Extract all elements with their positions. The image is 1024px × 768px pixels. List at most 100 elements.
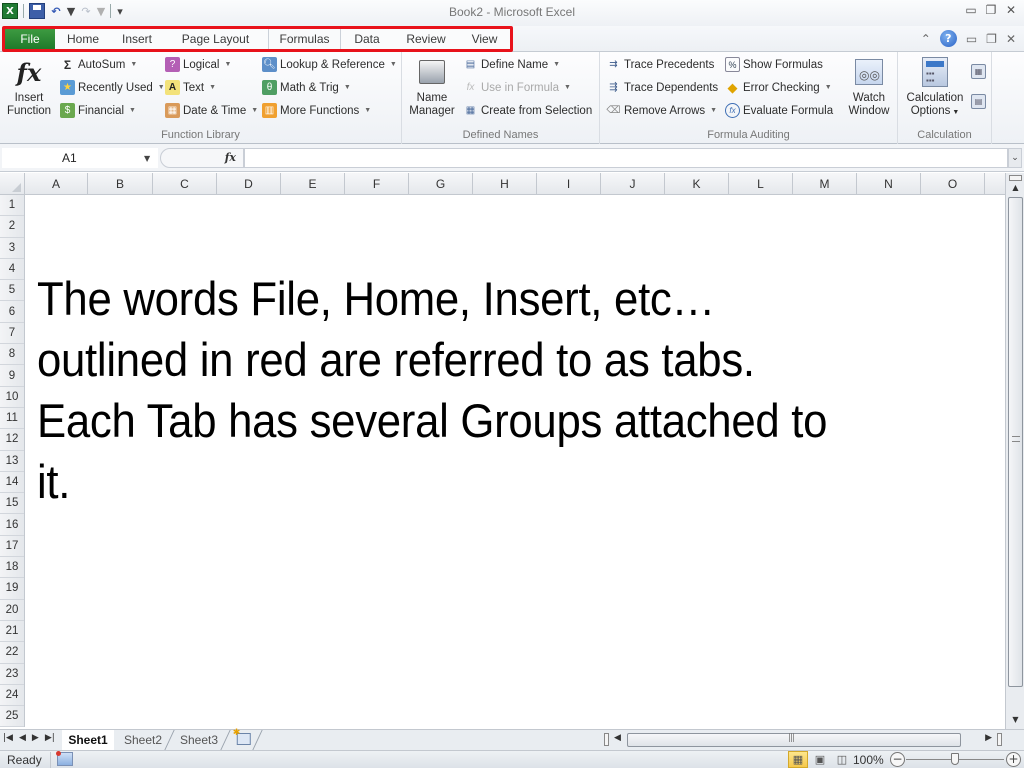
- minimize-ribbon-icon[interactable]: ⌃: [921, 32, 931, 46]
- insert-function-fx-icon[interactable]: fx: [225, 151, 236, 164]
- prev-sheet-icon[interactable]: ◀: [19, 733, 26, 743]
- create-from-selection-button[interactable]: ▦ Create from Selection: [463, 103, 592, 118]
- row-header[interactable]: 8: [0, 344, 24, 366]
- normal-view-icon[interactable]: ▦: [788, 751, 808, 768]
- tab-page-layout[interactable]: Page Layout: [163, 29, 268, 49]
- tab-split-handle[interactable]: [604, 733, 609, 746]
- column-header[interactable]: L: [729, 173, 793, 195]
- row-header[interactable]: 4: [0, 259, 24, 281]
- workbook-minimize-icon[interactable]: ▭: [966, 32, 977, 46]
- column-header[interactable]: M: [793, 173, 857, 195]
- financial-button[interactable]: $ Financial ▼: [60, 103, 136, 118]
- scroll-right-icon[interactable]: ▶: [985, 733, 992, 743]
- tab-file[interactable]: File: [5, 29, 55, 49]
- sheet-tab-sheet1[interactable]: Sheet1: [62, 730, 114, 750]
- row-header[interactable]: 23: [0, 664, 24, 685]
- row-header[interactable]: 22: [0, 642, 24, 664]
- split-handle[interactable]: [1009, 175, 1022, 181]
- trace-dependents-button[interactable]: ⇶ Trace Dependents: [606, 80, 718, 95]
- row-header[interactable]: 3: [0, 238, 24, 259]
- sheet-tab-sheet3[interactable]: Sheet3: [169, 730, 231, 750]
- use-in-formula-button[interactable]: fx Use in Formula ▼: [463, 80, 571, 95]
- column-header[interactable]: B: [88, 173, 153, 195]
- zoom-level[interactable]: 100%: [853, 753, 884, 767]
- zoom-out-icon[interactable]: −: [890, 752, 905, 767]
- column-header[interactable]: H: [473, 173, 537, 195]
- define-name-button[interactable]: ▤ Define Name ▼: [463, 57, 560, 72]
- last-sheet-icon[interactable]: ▶|: [45, 733, 55, 743]
- column-header[interactable]: K: [665, 173, 729, 195]
- page-layout-view-icon[interactable]: ▣: [810, 751, 830, 768]
- tab-home[interactable]: Home: [55, 29, 111, 49]
- calculation-options-button[interactable]: ▪▪▪ ▪▪▪ Calculation Options ▼: [904, 56, 966, 119]
- row-header[interactable]: 1: [0, 195, 24, 217]
- zoom-in-icon[interactable]: +: [1006, 752, 1021, 767]
- row-header[interactable]: 20: [0, 600, 24, 621]
- scroll-down-icon[interactable]: ▼: [1008, 715, 1023, 727]
- remove-arrows-button[interactable]: ⌫ Remove Arrows ▼: [606, 103, 717, 118]
- autosum-button[interactable]: Σ AutoSum ▼: [60, 57, 137, 72]
- horizontal-scrollbar[interactable]: ◀ ▶: [604, 732, 1002, 748]
- insert-function-button[interactable]: fx Insert Function: [4, 56, 54, 118]
- lookup-reference-button[interactable]: 🔍︎ Lookup & Reference ▼: [262, 57, 397, 72]
- math-trig-button[interactable]: θ Math & Trig ▼: [262, 80, 351, 95]
- tab-formulas[interactable]: Formulas: [268, 29, 341, 49]
- row-header[interactable]: 12: [0, 429, 24, 451]
- name-box-dropdown-icon[interactable]: ▼: [144, 154, 158, 163]
- select-all-button[interactable]: [0, 173, 25, 195]
- recently-used-button[interactable]: ★ Recently Used ▼: [60, 80, 165, 95]
- date-time-button[interactable]: ▦ Date & Time ▼: [165, 103, 258, 118]
- column-header[interactable]: D: [217, 173, 281, 195]
- tab-insert[interactable]: Insert: [111, 29, 163, 49]
- column-header[interactable]: C: [153, 173, 217, 195]
- row-header[interactable]: 9: [0, 365, 24, 387]
- column-header[interactable]: O: [921, 173, 985, 195]
- row-header[interactable]: 15: [0, 493, 24, 515]
- column-header[interactable]: G: [409, 173, 473, 195]
- row-header[interactable]: 21: [0, 621, 24, 643]
- workbook-restore-icon[interactable]: ❐: [986, 32, 997, 46]
- column-header[interactable]: J: [601, 173, 665, 195]
- restore-icon[interactable]: ❐: [984, 3, 998, 17]
- trace-precedents-button[interactable]: ⇉ Trace Precedents: [606, 57, 714, 72]
- next-sheet-icon[interactable]: ▶: [32, 733, 39, 743]
- tab-review[interactable]: Review: [393, 29, 459, 49]
- column-header[interactable]: E: [281, 173, 345, 195]
- error-checking-button[interactable]: ◆ Error Checking ▼: [725, 80, 832, 95]
- row-header[interactable]: 14: [0, 472, 24, 494]
- row-header[interactable]: 7: [0, 323, 24, 345]
- horizontal-scroll-thumb[interactable]: [627, 733, 961, 747]
- row-header[interactable]: 2: [0, 216, 24, 238]
- close-icon[interactable]: ✕: [1004, 3, 1018, 17]
- vertical-scrollbar[interactable]: ▲ ▼: [1005, 173, 1024, 729]
- column-header[interactable]: N: [857, 173, 921, 195]
- help-icon[interactable]: ?: [939, 30, 957, 47]
- calculate-now-icon[interactable]: ▦: [971, 64, 986, 79]
- first-sheet-icon[interactable]: |◀: [3, 733, 13, 743]
- sheet-tab-sheet2[interactable]: Sheet2: [113, 730, 175, 750]
- row-header[interactable]: 24: [0, 685, 24, 707]
- zoom-slider-thumb[interactable]: [951, 753, 959, 765]
- workbook-close-icon[interactable]: ✕: [1006, 32, 1016, 46]
- evaluate-formula-button[interactable]: fx Evaluate Formula: [725, 103, 833, 118]
- scroll-left-icon[interactable]: ◀: [614, 733, 621, 743]
- name-manager-button[interactable]: Name Manager: [406, 56, 458, 118]
- insert-sheet-button[interactable]: [225, 730, 263, 750]
- calculate-sheet-icon[interactable]: ▤: [971, 94, 986, 109]
- column-header[interactable]: A: [25, 173, 88, 195]
- row-header[interactable]: 19: [0, 578, 24, 600]
- row-header[interactable]: 5: [0, 280, 24, 302]
- logical-button[interactable]: ? Logical ▼: [165, 57, 231, 72]
- minimize-icon[interactable]: ▭: [964, 3, 978, 17]
- vertical-scroll-thumb[interactable]: [1008, 197, 1023, 687]
- show-formulas-button[interactable]: % Show Formulas: [725, 57, 823, 72]
- row-header[interactable]: 17: [0, 536, 24, 558]
- row-header[interactable]: 18: [0, 557, 24, 579]
- page-break-preview-icon[interactable]: ◫: [832, 751, 852, 768]
- watch-window-button[interactable]: ◎◎ Watch Window: [844, 56, 894, 118]
- column-header[interactable]: I: [537, 173, 601, 195]
- more-functions-button[interactable]: ▥ More Functions ▼: [262, 103, 371, 118]
- scroll-up-icon[interactable]: ▲: [1008, 183, 1023, 195]
- tab-view[interactable]: View: [459, 29, 510, 49]
- tab-data[interactable]: Data: [341, 29, 393, 49]
